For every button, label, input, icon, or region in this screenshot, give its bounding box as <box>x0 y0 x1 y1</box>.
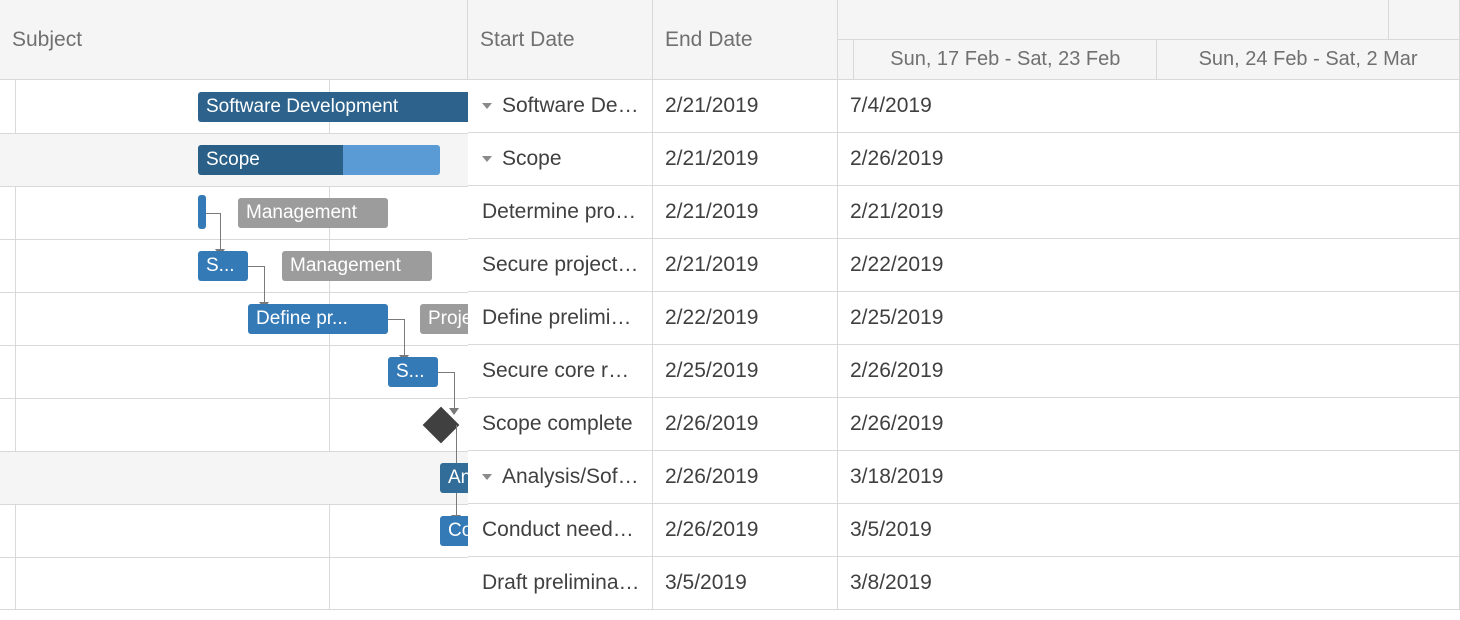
milestone-scope-complete[interactable] <box>423 407 460 444</box>
task-start-date[interactable]: 2/25/2019 <box>653 345 838 398</box>
task-end-date[interactable]: 2/25/2019 <box>838 292 1460 345</box>
gantt-bar-software-development[interactable]: Software Development <box>198 92 468 122</box>
task-subject-scope[interactable]: Scope <box>468 133 653 186</box>
task-start-date[interactable]: 2/22/2019 <box>653 292 838 345</box>
task-subject[interactable]: Secure project sponsorship <box>468 239 653 292</box>
column-header-start-date[interactable]: Start Date <box>468 0 653 80</box>
gantt-timeline-body[interactable]: Software Development Scope Management <box>0 80 468 610</box>
gantt-control: Subject Start Date End Date Sun, 17 Feb … <box>0 0 1460 610</box>
task-start-date[interactable]: 2/26/2019 <box>653 451 838 504</box>
gantt-bar-determine-project-scope[interactable] <box>198 195 206 229</box>
task-end-date[interactable]: 3/5/2019 <box>838 504 1460 557</box>
gantt-bar-define-preliminary-resources[interactable]: Define pr... <box>248 304 388 334</box>
gantt-bar-scope[interactable]: Scope <box>198 145 440 175</box>
gantt-bar-secure-project-sponsorship[interactable]: S... <box>198 251 248 281</box>
chevron-down-icon[interactable] <box>482 103 492 109</box>
timeline-header[interactable]: Sun, 17 Feb - Sat, 23 Feb Sun, 24 Feb - … <box>838 0 1460 80</box>
task-end-date[interactable]: 2/26/2019 <box>838 345 1460 398</box>
timeline-week-1[interactable]: Sun, 24 Feb - Sat, 2 Mar <box>1156 40 1459 79</box>
chevron-down-icon[interactable] <box>482 156 492 162</box>
task-end-date[interactable]: 3/18/2019 <box>838 451 1460 504</box>
task-subject-analysis[interactable]: Analysis/Software Requirements <box>468 451 653 504</box>
chevron-down-icon[interactable] <box>482 474 492 480</box>
task-subject[interactable]: Draft preliminary software specificati..… <box>468 557 653 610</box>
task-subject-software-development[interactable]: Software Development <box>468 80 653 133</box>
task-subject[interactable]: Define preliminary resources <box>468 292 653 345</box>
task-start-date[interactable]: 2/21/2019 <box>653 239 838 292</box>
task-start-date[interactable]: 2/21/2019 <box>653 186 838 239</box>
task-start-date[interactable]: 2/21/2019 <box>653 80 838 133</box>
task-end-date[interactable]: 2/26/2019 <box>838 133 1460 186</box>
task-subject[interactable]: Determine project scope <box>468 186 653 239</box>
gantt-bar-analysis-software-req[interactable]: Analysis/Software <box>440 463 468 493</box>
gantt-bar-secure-core-resources[interactable]: S... <box>388 357 438 387</box>
task-start-date[interactable]: 2/26/2019 <box>653 398 838 451</box>
task-end-date[interactable]: 2/26/2019 <box>838 398 1460 451</box>
task-start-date[interactable]: 3/5/2019 <box>653 557 838 610</box>
column-header-end-date[interactable]: End Date <box>653 0 838 80</box>
resource-tag: Project Manager <box>420 304 468 334</box>
task-end-date[interactable]: 2/21/2019 <box>838 186 1460 239</box>
resource-tag: Management <box>238 198 388 228</box>
task-subject[interactable]: Conduct needs analysis <box>468 504 653 557</box>
column-header-subject[interactable]: Subject <box>0 0 468 80</box>
task-start-date[interactable]: 2/26/2019 <box>653 504 838 557</box>
task-subject[interactable]: Scope complete <box>468 398 653 451</box>
task-subject[interactable]: Secure core resources <box>468 345 653 398</box>
task-end-date[interactable]: 7/4/2019 <box>838 80 1460 133</box>
task-end-date[interactable]: 3/8/2019 <box>838 557 1460 610</box>
task-start-date[interactable]: 2/21/2019 <box>653 133 838 186</box>
gantt-bar-conduct-needs-analysis[interactable]: Conduct needs an <box>440 516 468 546</box>
timeline-week-0[interactable]: Sun, 17 Feb - Sat, 23 Feb <box>853 40 1156 79</box>
resource-tag: Management <box>282 251 432 281</box>
task-end-date[interactable]: 2/22/2019 <box>838 239 1460 292</box>
